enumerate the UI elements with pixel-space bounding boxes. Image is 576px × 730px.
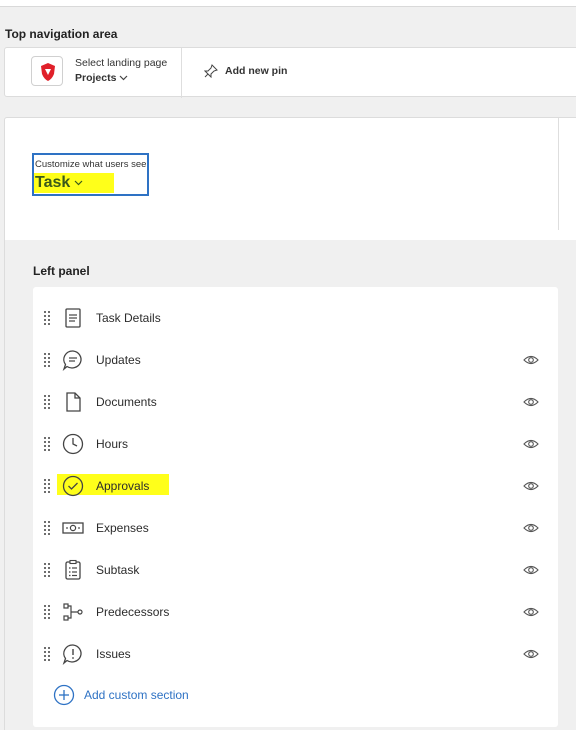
plus-circle-icon (53, 684, 75, 706)
eye-icon[interactable] (523, 478, 539, 494)
list-item-issues[interactable]: Issues (33, 633, 558, 675)
file-icon (66, 392, 81, 412)
customize-divider (558, 118, 559, 230)
document-lines-icon (65, 308, 81, 328)
list-item-documents[interactable]: Documents (33, 381, 558, 423)
drag-handle-icon[interactable] (44, 395, 50, 409)
list-item-subtask[interactable]: Subtask (33, 549, 558, 591)
list-item-label: Documents (96, 395, 157, 409)
list-item-hours[interactable]: Hours (33, 423, 558, 465)
drag-handle-icon[interactable] (44, 647, 50, 661)
list-item-label: Subtask (96, 563, 140, 577)
landing-page-select[interactable]: Projects (75, 72, 128, 84)
add-pin-label: Add new pin (225, 65, 288, 77)
list-item-label: Hours (96, 437, 129, 451)
drag-handle-icon[interactable] (44, 605, 50, 619)
app-logo[interactable] (31, 56, 63, 86)
list-item-updates[interactable]: Updates (33, 339, 558, 381)
list-item-label: Expenses (96, 521, 149, 535)
list-item-label: Issues (96, 647, 131, 661)
add-custom-section-label: Add custom section (84, 688, 189, 702)
list-item-label: Predecessors (96, 605, 170, 619)
alert-bubble-icon (62, 644, 82, 665)
drag-handle-icon[interactable] (44, 437, 50, 451)
eye-icon[interactable] (523, 520, 539, 536)
top-strip (0, 0, 576, 7)
drag-handle-icon[interactable] (44, 353, 50, 367)
pin-icon (204, 64, 218, 78)
add-custom-section-button[interactable]: Add custom section (53, 684, 189, 706)
list-item-label: Approvals (96, 479, 150, 493)
shield-logo-icon (41, 63, 55, 81)
customize-label: Customize what users see (35, 159, 147, 170)
list-item-label: Updates (96, 353, 141, 367)
left-panel-title: Left panel (33, 264, 90, 278)
chevron-down-icon (74, 180, 83, 186)
list-item-task-details[interactable]: Task Details (33, 297, 558, 339)
customize-card: Customize what users see Task (4, 117, 576, 241)
check-circle-icon (62, 475, 84, 497)
chat-bubble-icon (62, 350, 82, 371)
eye-icon[interactable] (523, 436, 539, 452)
chevron-down-icon (120, 75, 128, 81)
customize-value-highlight: Task (34, 173, 114, 193)
customize-select[interactable]: Customize what users see Task (32, 153, 149, 196)
list-item-expenses[interactable]: Expenses (33, 507, 558, 549)
list-item-label: Task Details (96, 311, 161, 325)
top-navigation-card: Select landing page Projects Add new pin (4, 47, 576, 98)
landing-page-value: Projects (75, 72, 117, 84)
eye-icon[interactable] (523, 562, 539, 578)
landing-page-label: Select landing page (75, 57, 168, 69)
drag-handle-icon[interactable] (44, 479, 50, 493)
eye-icon[interactable] (523, 646, 539, 662)
drag-handle-icon[interactable] (44, 563, 50, 577)
clipboard-list-icon (65, 559, 81, 580)
drag-handle-icon[interactable] (44, 521, 50, 535)
drag-handle-icon[interactable] (44, 311, 50, 325)
eye-icon[interactable] (523, 604, 539, 620)
list-item-predecessors[interactable]: Predecessors (33, 591, 558, 633)
eye-icon[interactable] (523, 352, 539, 368)
eye-icon[interactable] (523, 394, 539, 410)
customize-value: Task (35, 174, 71, 191)
list-item-approvals[interactable]: Approvals (33, 465, 558, 507)
left-panel-list: Task Details Updates Documents Hours App… (33, 287, 558, 727)
workflow-icon (63, 603, 83, 621)
nav-divider (181, 48, 182, 98)
add-pin-button[interactable]: Add new pin (204, 64, 287, 78)
top-navigation-title: Top navigation area (5, 27, 118, 41)
money-icon (62, 522, 84, 534)
clock-icon (62, 433, 84, 455)
